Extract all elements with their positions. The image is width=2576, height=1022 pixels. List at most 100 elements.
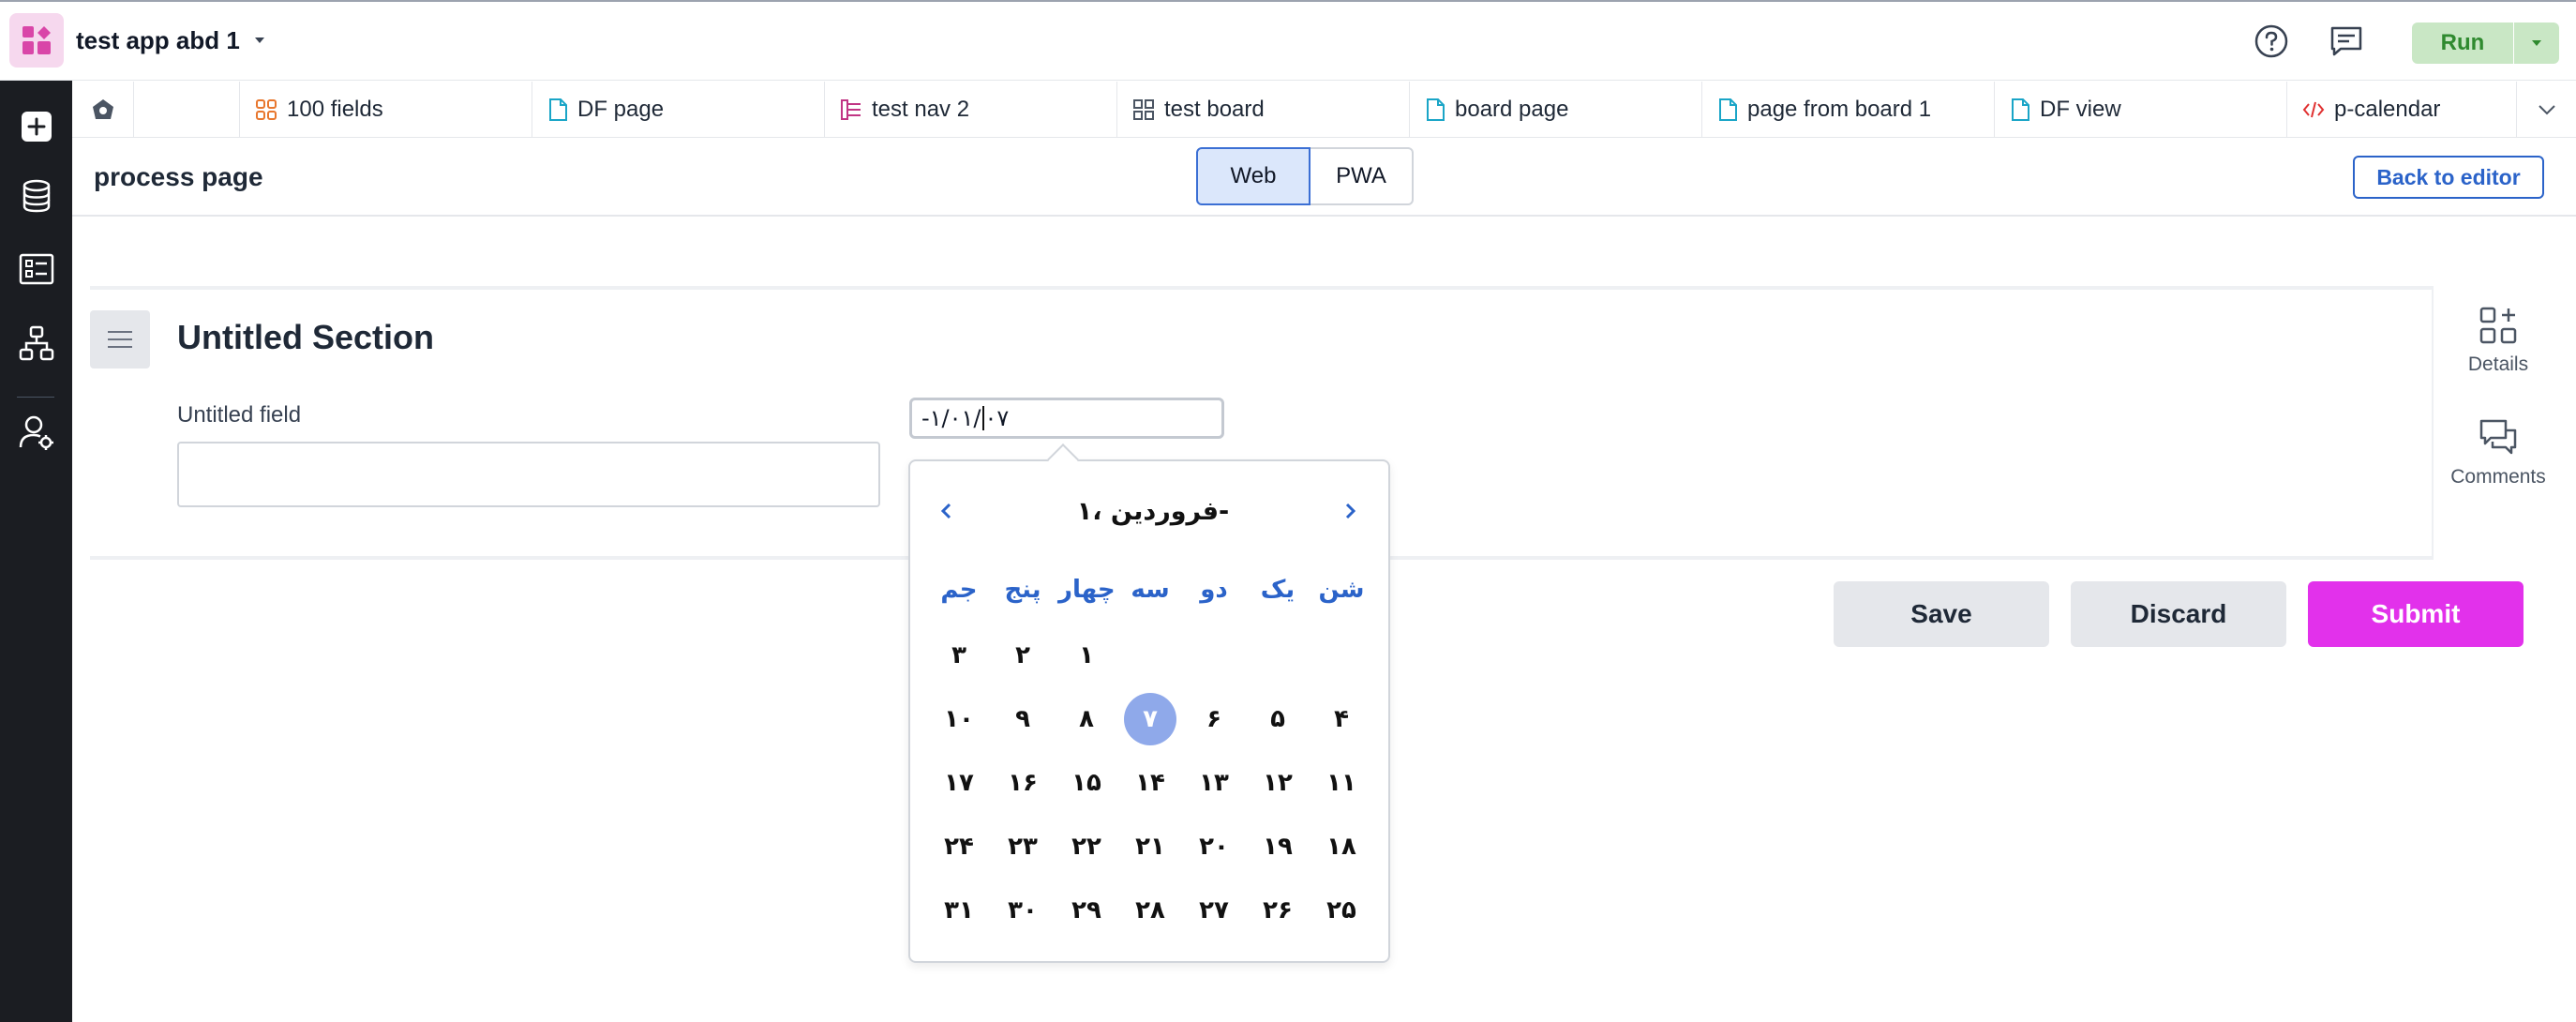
calendar-day[interactable]: ۹ [995, 693, 1051, 745]
tab-label: page from board 1 [1747, 97, 1932, 122]
tab-df-view[interactable]: DF view [1995, 82, 2287, 138]
back-to-editor-button[interactable]: Back to editor [2353, 156, 2544, 199]
sidebar-item-forms[interactable] [0, 241, 72, 297]
weekday-label: جم [940, 576, 978, 604]
calendar-day[interactable]: ۱۲ [1250, 757, 1306, 809]
date-value-end: ۰۷ [984, 405, 1010, 431]
page-title: process page [94, 162, 263, 191]
calendar-day[interactable]: ۸ [1058, 693, 1115, 745]
calendar-day[interactable]: ۱۴ [1122, 757, 1178, 809]
calendar-day[interactable]: ۲ [995, 629, 1051, 682]
save-button[interactable]: Save [1834, 581, 2049, 647]
details-label: Details [2467, 353, 2529, 375]
calendar-day[interactable]: ۱۳ [1186, 757, 1242, 809]
mode-pwa-button[interactable]: PWA [1310, 147, 1414, 205]
page-icon [1717, 98, 1738, 121]
calendar-day[interactable]: ۲۲ [1058, 820, 1115, 873]
submit-button[interactable]: Submit [2308, 581, 2524, 647]
run-button[interactable]: Run [2412, 23, 2513, 64]
untitled-field-input[interactable] [177, 442, 880, 507]
add-widget-icon [2433, 305, 2564, 346]
date-value-start: -۱/۰۱/ [921, 405, 981, 431]
workflow-icon [19, 325, 53, 361]
tab-label: p-calendar [2334, 97, 2441, 122]
calendar-day[interactable]: ۱ [1058, 629, 1115, 682]
sidebar-divider [17, 397, 54, 398]
prev-month-button[interactable] [937, 497, 954, 530]
calendar-day[interactable]: ۲۰ [1186, 820, 1242, 873]
calendar-day-selected[interactable]: ۷ [1122, 693, 1178, 745]
weekday-label: سه [1131, 576, 1170, 604]
calendar-month-title: فروردین ،۱- [1076, 497, 1230, 526]
tab-label: test board [1164, 97, 1265, 122]
calendar-day[interactable]: ۱۶ [995, 757, 1051, 809]
section-title: Untitled Section [177, 318, 435, 356]
calendar-day[interactable]: ۲۸ [1122, 884, 1178, 937]
weekday-label: یک [1260, 576, 1295, 604]
calendar-day[interactable]: ۳ [931, 629, 987, 682]
device-mode-toggle: Web PWA [1196, 147, 1414, 205]
comments-icon[interactable] [2328, 23, 2365, 65]
details-button[interactable]: Details [2433, 305, 2564, 376]
tab-label: board page [1455, 97, 1569, 122]
calendar-day[interactable]: ۱۰ [931, 693, 987, 745]
tab-label: DF page [577, 97, 665, 122]
tabs-overflow-button[interactable] [2517, 82, 2576, 138]
calendar-day[interactable]: ۱۵ [1058, 757, 1115, 809]
calendar-day[interactable]: ۳۱ [931, 884, 987, 937]
next-month-button[interactable] [1342, 497, 1359, 530]
weekday-label: پنج [1004, 576, 1041, 604]
calendar-day[interactable]: ۵ [1250, 693, 1306, 745]
fields-icon [255, 98, 277, 121]
run-menu-button[interactable] [2514, 23, 2559, 64]
calendar-day[interactable]: ۲۵ [1313, 884, 1370, 937]
chevron-down-icon [2538, 105, 2555, 115]
board-icon [1132, 98, 1155, 121]
page-icon [547, 98, 568, 121]
discard-button[interactable]: Discard [2071, 581, 2286, 647]
calendar-day[interactable]: ۲۹ [1058, 884, 1115, 937]
date-input[interactable]: -۱/۰۱/۰۷ [909, 398, 1224, 439]
tab-test-nav-2[interactable]: test nav 2 [825, 82, 1117, 138]
calendar-day[interactable]: ۲۱ [1122, 820, 1178, 873]
sidebar-item-workflow[interactable] [0, 315, 72, 371]
top-bar: test app abd 1 Run [0, 0, 2576, 81]
home-icon [92, 99, 113, 119]
help-icon[interactable] [2253, 23, 2290, 65]
sidebar-item-database[interactable] [0, 168, 72, 224]
calendar-day[interactable]: ۶ [1186, 693, 1242, 745]
tab-page-from-board-1[interactable]: page from board 1 [1702, 82, 1995, 138]
page-icon [1425, 98, 1445, 121]
mode-web-button[interactable]: Web [1196, 147, 1310, 205]
calendar-day[interactable]: ۲۴ [931, 820, 987, 873]
tab-board-page[interactable]: board page [1410, 82, 1702, 138]
tab-label: test nav 2 [872, 97, 970, 122]
comments-panel-button[interactable]: Comments [2433, 417, 2564, 488]
calendar-day[interactable]: ۱۸ [1313, 820, 1370, 873]
tab-100-fields[interactable]: 100 fields [240, 82, 532, 138]
weekday-label: چهار [1058, 576, 1116, 604]
calendar-day[interactable]: ۱۷ [931, 757, 987, 809]
sidebar-item-user-settings[interactable] [0, 404, 72, 460]
tab-df-page[interactable]: DF page [532, 82, 825, 138]
tab-p-calendar[interactable]: p-calendar [2287, 82, 2517, 138]
calendar-day[interactable]: ۱۹ [1250, 820, 1306, 873]
calendar-day[interactable]: ۳۰ [995, 884, 1051, 937]
calendar-day[interactable]: ۲۷ [1186, 884, 1242, 937]
tab-test-board[interactable]: test board [1117, 82, 1410, 138]
calendar-day[interactable]: ۴ [1313, 693, 1370, 745]
code-icon [2302, 98, 2325, 121]
tab-home[interactable] [72, 82, 134, 138]
tab-empty[interactable] [134, 82, 240, 138]
plus-icon [21, 112, 52, 142]
user-settings-icon [19, 415, 53, 450]
create-button[interactable] [0, 98, 72, 155]
calendar-day[interactable]: ۲۶ [1250, 884, 1306, 937]
calendar-day[interactable]: ۱۱ [1313, 757, 1370, 809]
chevron-down-icon[interactable] [251, 32, 268, 53]
app-name[interactable]: test app abd 1 [76, 26, 240, 55]
left-sidebar [0, 81, 72, 1022]
drag-handle-icon[interactable] [90, 310, 150, 368]
app-logo-icon[interactable] [9, 13, 64, 68]
calendar-day[interactable]: ۲۳ [995, 820, 1051, 873]
